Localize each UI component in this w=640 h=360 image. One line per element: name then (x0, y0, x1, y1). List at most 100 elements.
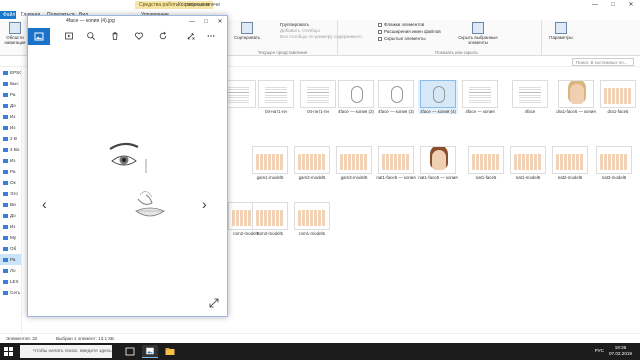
folder-icon (3, 290, 8, 295)
folder-icon (3, 81, 8, 86)
nav-item[interactable]: Из (0, 111, 21, 122)
edit-icon[interactable] (186, 31, 196, 41)
nav-item-label: LEX (10, 279, 19, 284)
clock[interactable]: 19:36 07.02.2019 (609, 345, 632, 357)
thumbnail-image (596, 146, 632, 174)
file-thumbnail[interactable]: nat1-model5 (508, 146, 548, 180)
nav-item[interactable]: Ло (0, 265, 21, 276)
nav-item[interactable]: До (0, 210, 21, 221)
nav-item[interactable]: Из (0, 122, 21, 133)
item-checkboxes-toggle[interactable]: Флажки элементов (378, 22, 424, 28)
nav-item-label: Ра (10, 257, 16, 262)
folder-icon (3, 136, 8, 141)
file-thumbnail[interactable]: nat1-face5 — копия (418, 146, 458, 180)
folder-icon (3, 213, 8, 218)
minimize-button[interactable]: — (586, 0, 604, 10)
taskbar-search-input[interactable]: Чтобы начать поиск, введите здесь запрос (20, 345, 112, 358)
file-thumbnail[interactable]: gam2-model5 (292, 146, 332, 180)
nav-item[interactable]: 2 В (0, 133, 21, 144)
viewer-minimize-button[interactable]: — (185, 16, 199, 28)
nav-item[interactable]: Ок (0, 177, 21, 188)
sort-button[interactable]: Сортировать (234, 22, 260, 40)
file-thumbnail[interactable]: 4face — копия (460, 80, 500, 114)
file-thumbnail[interactable]: dra1-face5 — копия (556, 80, 596, 114)
close-button[interactable]: ✕ (622, 0, 640, 10)
file-thumbnail[interactable]: 4face — копия (2) (336, 80, 376, 114)
thumbnail-image (252, 202, 288, 230)
folder-icon (3, 70, 8, 75)
figures-preview (556, 154, 584, 170)
rotate-icon[interactable] (158, 31, 168, 41)
search-input[interactable]: Поиск: В костюмных пл... (572, 58, 634, 66)
collection-button[interactable] (28, 28, 50, 45)
delete-icon[interactable] (110, 31, 120, 41)
nav-item[interactable]: Сеть (0, 287, 21, 298)
hide-selected-button[interactable]: Скрыть выбранные элементы (458, 22, 498, 45)
nav-item-label: Из (10, 125, 16, 130)
file-thumbnail[interactable]: nat1-face5 (466, 146, 506, 180)
nav-item[interactable]: LEX (0, 276, 21, 287)
file-thumbnail[interactable]: gam3-model5 (334, 146, 374, 180)
thumbnail-image (468, 146, 504, 174)
nav-item[interactable]: 4 Во (0, 144, 21, 155)
nav-item[interactable]: Быс (0, 78, 21, 89)
favorite-icon[interactable] (134, 31, 144, 41)
file-thumbnail[interactable]: rom1-model5 (292, 202, 332, 236)
hidden-items-toggle[interactable]: Скрытые элементы (378, 36, 426, 42)
file-thumbnail[interactable]: nat1-face5 — копия (376, 146, 416, 180)
fit-columns-button[interactable]: Все столбцы по размеру содержимого (280, 34, 362, 40)
nav-item[interactable]: Ра (0, 166, 21, 177)
nav-item[interactable]: Ра (0, 89, 21, 100)
file-thumbnail[interactable]: 4face (510, 80, 550, 114)
zoom-icon[interactable] (86, 31, 96, 41)
slideshow-icon[interactable] (64, 31, 74, 41)
nav-item[interactable]: Об (0, 243, 21, 254)
photos-app-icon[interactable] (142, 345, 158, 358)
file-explorer-icon[interactable] (162, 345, 178, 358)
options-button[interactable]: Параметры (548, 22, 574, 40)
viewer-close-button[interactable]: ✕ (213, 16, 227, 28)
file-thumbnail[interactable]: gam1-model5 (250, 146, 290, 180)
nav-item[interactable]: Ра (0, 254, 21, 265)
thumbnail-image (258, 80, 294, 108)
nav-item-label: Ра (10, 169, 16, 174)
file-thumbnail[interactable]: 4face — копия (3) (376, 80, 416, 114)
file-thumbnail[interactable]: 04-нат1-пн (256, 80, 296, 114)
task-view-icon[interactable] (122, 345, 138, 358)
nav-item[interactable]: Ви (0, 199, 21, 210)
thumbnail-image (420, 146, 456, 174)
nav-item[interactable]: EPSON (0, 67, 21, 78)
thumbnail-image (378, 80, 414, 108)
nav-item[interactable]: До (0, 100, 21, 111)
file-thumbnail[interactable]: nat2-model5 (550, 146, 590, 180)
file-thumbnail[interactable]: dra1-face5 (598, 80, 638, 114)
more-icon[interactable] (206, 31, 216, 41)
nav-item[interactable]: Из (0, 221, 21, 232)
fullscreen-icon[interactable] (209, 298, 219, 308)
maximize-button[interactable]: □ (604, 0, 622, 10)
windows-start-icon[interactable] (4, 347, 13, 356)
file-thumbnail[interactable]: 4face — копия (4) (418, 80, 458, 114)
language-indicator[interactable]: РУС (595, 348, 604, 353)
nav-item[interactable]: Из (0, 155, 21, 166)
figures-preview (472, 154, 500, 170)
next-image-button[interactable]: › (202, 197, 207, 211)
previous-image-button[interactable]: ‹ (42, 197, 47, 211)
nav-item-label: До (10, 103, 16, 108)
thumbnail-image (300, 80, 336, 108)
portrait-preview (432, 150, 446, 170)
file-thumbnail[interactable]: nat3-model5 (594, 146, 634, 180)
thumbnail-image (336, 146, 372, 174)
tab-file[interactable]: Файл (0, 11, 16, 19)
nav-item[interactable]: Это (0, 188, 21, 199)
navigation-pane-button[interactable]: Области навигации (2, 22, 28, 45)
sketch-preview (433, 86, 445, 103)
folder-icon (3, 268, 8, 273)
nav-item[interactable]: Му (0, 232, 21, 243)
checkbox-icon (378, 29, 382, 34)
figures-preview (382, 154, 410, 170)
viewer-maximize-button[interactable]: □ (199, 16, 213, 28)
file-extensions-toggle[interactable]: Расширения имен файлов (378, 29, 441, 35)
file-thumbnail[interactable]: 04-пнт1-пн (298, 80, 338, 114)
file-thumbnail[interactable]: rom3-model5 (250, 202, 290, 236)
